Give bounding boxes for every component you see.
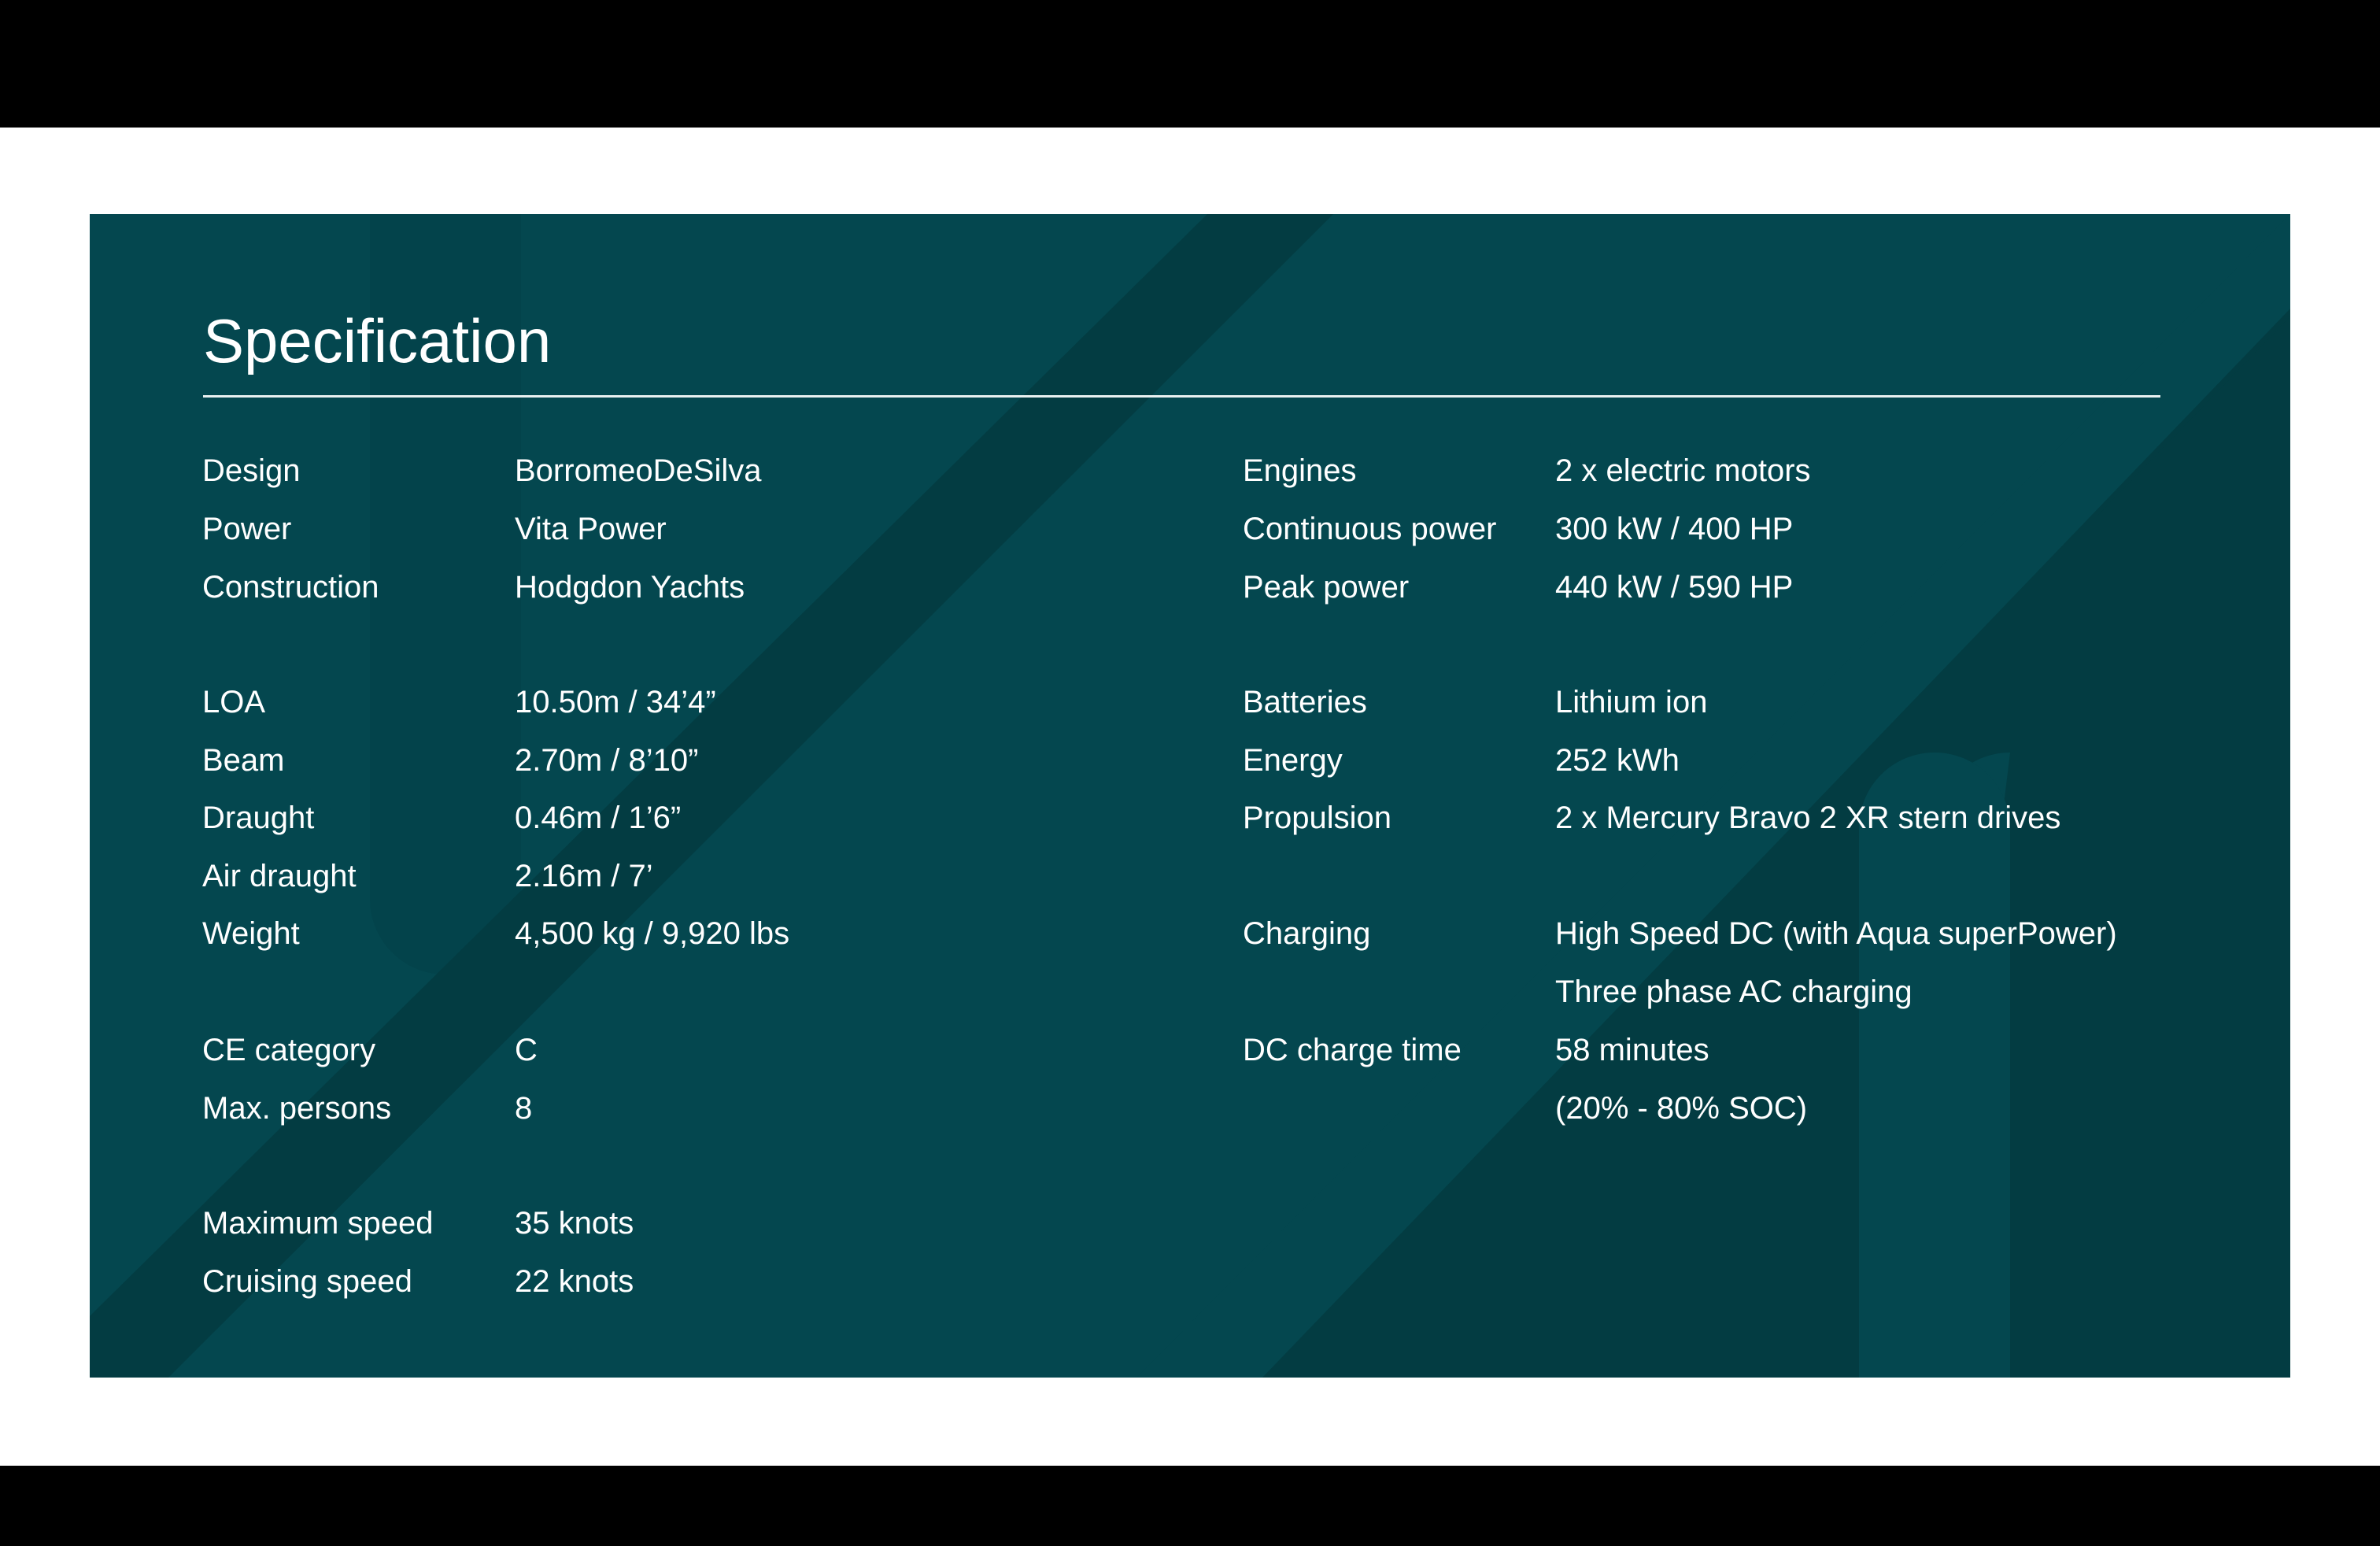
spec-label-construction: Construction [202, 570, 379, 605]
bg-stripe-diagonal-1 [90, 214, 1333, 1378]
spec-value-construction: Hodgdon Yachts [515, 570, 745, 605]
spec-label-propulsion: Propulsion [1243, 801, 1392, 835]
spec-label-peak-power: Peak power [1243, 570, 1410, 605]
spec-label-design: Design [202, 453, 301, 488]
spec-value-cruising-speed: 22 knots [515, 1264, 634, 1299]
spec-label-max-speed: Maximum speed [202, 1206, 434, 1241]
spec-value-propulsion: 2 x Mercury Bravo 2 XR stern drives [1555, 801, 2061, 835]
letterbox-bottom [0, 1466, 2380, 1546]
title-divider [203, 395, 2160, 398]
spec-label-energy: Energy [1243, 743, 1343, 778]
spec-panel: Specification Design BorromeoDeSilva Pow… [90, 214, 2290, 1378]
spec-value-draught: 0.46m / 1’6” [515, 801, 682, 835]
spec-value-max-speed: 35 knots [515, 1206, 634, 1241]
spec-value-air-draught: 2.16m / 7’ [515, 859, 653, 893]
spec-value-dc-charge-time: 58 minutes [1555, 1033, 1709, 1067]
slide: Specification Design BorromeoDeSilva Pow… [0, 128, 2380, 1466]
spec-label-max-persons: Max. persons [202, 1091, 392, 1126]
spec-label-charging: Charging [1243, 916, 1371, 951]
spec-value-dc-charge-soc: (20% - 80% SOC) [1555, 1091, 1808, 1126]
bg-arch-right-cover [1859, 753, 2010, 1378]
spec-value-energy: 252 kWh [1555, 743, 1680, 778]
spec-value-power: Vita Power [515, 512, 667, 546]
page-title: Specification [203, 306, 552, 375]
spec-label-ce-category: CE category [202, 1033, 376, 1067]
spec-label-loa: LOA [202, 685, 266, 719]
spec-value-max-persons: 8 [515, 1091, 533, 1126]
spec-label-continuous-power: Continuous power [1243, 512, 1497, 546]
spec-value-charging-dc: High Speed DC (with Aqua superPower) [1555, 916, 2117, 951]
spec-value-engines: 2 x electric motors [1555, 453, 1811, 488]
spec-value-beam: 2.70m / 8’10” [515, 743, 699, 778]
spec-label-cruising-speed: Cruising speed [202, 1264, 412, 1299]
letterbox-top [0, 0, 2380, 128]
spec-value-loa: 10.50m / 34’4” [515, 685, 716, 719]
spec-label-power: Power [202, 512, 292, 546]
spec-value-batteries: Lithium ion [1555, 685, 1708, 719]
spec-label-weight: Weight [202, 916, 300, 951]
spec-value-continuous-power: 300 kW / 400 HP [1555, 512, 1794, 546]
spec-label-batteries: Batteries [1243, 685, 1367, 719]
spec-label-air-draught: Air draught [202, 859, 357, 893]
spec-value-design: BorromeoDeSilva [515, 453, 762, 488]
spec-label-dc-charge-time: DC charge time [1243, 1033, 1462, 1067]
spec-value-peak-power: 440 kW / 590 HP [1555, 570, 1794, 605]
spec-label-draught: Draught [202, 801, 315, 835]
spec-value-weight: 4,500 kg / 9,920 lbs [515, 916, 790, 951]
spec-value-ce-category: C [515, 1033, 538, 1067]
background-stripes [90, 214, 2290, 1378]
spec-label-engines: Engines [1243, 453, 1357, 488]
spec-value-charging-ac: Three phase AC charging [1555, 975, 1913, 1009]
spec-label-beam: Beam [202, 743, 285, 778]
